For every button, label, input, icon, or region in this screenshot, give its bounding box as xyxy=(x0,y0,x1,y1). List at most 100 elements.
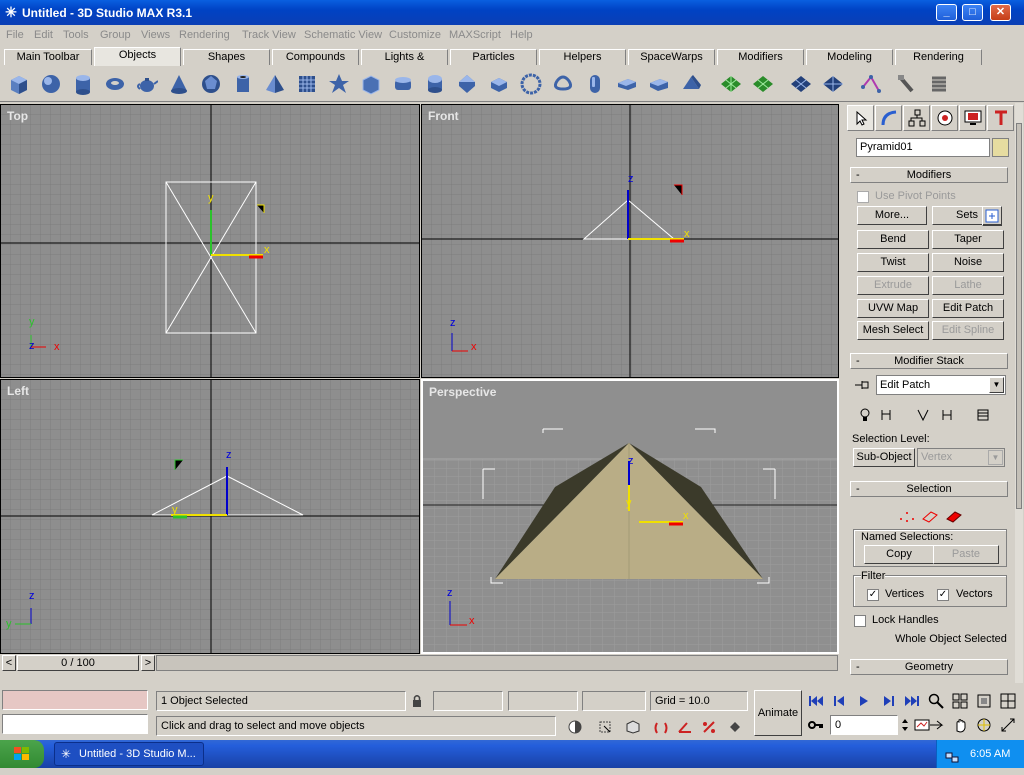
viewport-label[interactable]: Top xyxy=(7,109,28,123)
viewport-top[interactable]: y x y z x Top xyxy=(0,104,420,378)
menu-file[interactable]: File xyxy=(6,29,24,41)
lock-handles-checkbox[interactable] xyxy=(854,615,866,627)
create-tab-icon[interactable] xyxy=(847,105,874,131)
noise-button[interactable]: Noise xyxy=(932,253,1004,272)
tab-lights-cameras[interactable]: Lights & Cameras xyxy=(361,49,448,77)
play-icon[interactable] xyxy=(854,692,874,710)
region-zoom-icon[interactable] xyxy=(926,716,946,734)
tab-helpers[interactable]: Helpers xyxy=(539,49,626,65)
selection-rollout-header[interactable]: - Selection xyxy=(850,481,1008,497)
time-slider-track[interactable] xyxy=(156,655,838,671)
tools-icon[interactable] xyxy=(894,70,920,98)
viewport-left[interactable]: z y z y Left xyxy=(0,379,420,654)
previous-frame-icon[interactable] xyxy=(830,692,850,710)
sub-object-button[interactable]: Sub-Object xyxy=(853,448,915,467)
tab-spacewarps[interactable]: SpaceWarps xyxy=(628,49,715,65)
coord-y-field[interactable] xyxy=(508,691,578,711)
maximize-button[interactable]: □ xyxy=(962,4,983,21)
utilities-tab-icon[interactable] xyxy=(987,105,1014,131)
scrollbar-thumb[interactable] xyxy=(1016,123,1022,509)
tab-main-toolbar[interactable]: Main Toolbar xyxy=(4,49,92,65)
current-frame-field[interactable]: 0 xyxy=(830,715,898,735)
modifier-stack-rollout-header[interactable]: - Modifier Stack xyxy=(850,353,1008,369)
angle-snap-icon[interactable] xyxy=(676,719,694,735)
menu-views[interactable]: Views xyxy=(141,29,170,41)
viewport-label[interactable]: Left xyxy=(7,384,29,398)
spindle-icon[interactable] xyxy=(454,70,480,98)
viewport-front[interactable]: z x z x Front xyxy=(421,104,839,378)
command-panel-scrollbar[interactable] xyxy=(1015,103,1023,683)
gengon-icon[interactable] xyxy=(486,70,512,98)
copy-button[interactable]: Copy xyxy=(864,545,934,564)
torus-icon[interactable] xyxy=(102,70,128,98)
twist-button[interactable]: Twist xyxy=(857,253,929,272)
degradation-override-icon[interactable] xyxy=(566,719,584,735)
menu-group[interactable]: Group xyxy=(100,29,131,41)
tab-compounds[interactable]: Compounds xyxy=(272,49,359,65)
tab-objects[interactable]: Objects xyxy=(94,47,181,66)
tab-particles[interactable]: Particles xyxy=(450,49,537,65)
viewport-label[interactable]: Front xyxy=(428,109,459,123)
chamfer-cylinder-icon[interactable] xyxy=(390,70,416,98)
menu-track-view[interactable]: Track View xyxy=(242,29,296,41)
taper-button[interactable]: Taper xyxy=(932,230,1004,249)
menu-help[interactable]: Help xyxy=(510,29,533,41)
tab-rendering[interactable]: Rendering xyxy=(895,49,982,65)
menu-rendering[interactable]: Rendering xyxy=(179,29,230,41)
time-prev-button[interactable]: < xyxy=(2,655,16,671)
prism-icon[interactable] xyxy=(678,70,704,98)
time-next-button[interactable]: > xyxy=(141,655,155,671)
vertex-level-icon[interactable] xyxy=(897,507,917,525)
viewport-label[interactable]: Perspective xyxy=(429,385,496,399)
window-crossing-icon[interactable] xyxy=(596,719,614,735)
motion-tab-icon[interactable] xyxy=(931,105,958,131)
snap-toggle-icon[interactable] xyxy=(624,719,642,735)
bend-button[interactable]: Bend xyxy=(857,230,929,249)
ring-wave-icon[interactable] xyxy=(518,70,544,98)
patch-level-icon[interactable] xyxy=(944,507,964,525)
lathe-button[interactable]: Lathe xyxy=(932,276,1004,295)
coord-z-field[interactable] xyxy=(582,691,646,711)
go-to-end-icon[interactable] xyxy=(902,692,922,710)
pin-stack-icon[interactable] xyxy=(852,376,872,394)
show-end-result-icon[interactable] xyxy=(878,407,894,423)
tri-patch-icon[interactable] xyxy=(820,70,846,98)
menu-edit[interactable]: Edit xyxy=(34,29,53,41)
quad-patch-icon[interactable] xyxy=(788,70,814,98)
lock-selection-icon[interactable] xyxy=(410,693,424,709)
tab-shapes[interactable]: Shapes xyxy=(183,49,270,65)
sub-object-level-dropdown[interactable]: Vertex ▼ xyxy=(917,448,1005,467)
patch-grid-icon[interactable] xyxy=(750,70,776,98)
maxscript-listener-mini[interactable] xyxy=(2,690,148,710)
maxscript-input[interactable] xyxy=(2,714,148,734)
next-frame-icon[interactable] xyxy=(878,692,898,710)
time-slider-thumb[interactable]: 0 / 100 xyxy=(17,655,139,671)
go-to-start-icon[interactable] xyxy=(806,692,826,710)
pan-icon[interactable] xyxy=(950,716,970,734)
start-button[interactable] xyxy=(0,740,44,768)
menu-customize[interactable]: Customize xyxy=(389,29,441,41)
box-icon[interactable] xyxy=(6,70,32,98)
spring-icon[interactable] xyxy=(926,70,952,98)
viewport-perspective[interactable]: z y x z x Perspective xyxy=(421,379,839,654)
key-mode-icon[interactable] xyxy=(806,716,826,734)
sphere-icon[interactable] xyxy=(38,70,64,98)
tab-modeling[interactable]: Modeling xyxy=(806,49,893,65)
cylinder-icon[interactable] xyxy=(70,70,96,98)
l-ext-icon[interactable] xyxy=(614,70,640,98)
zoom-icon[interactable] xyxy=(926,692,946,710)
geosphere-icon[interactable] xyxy=(198,70,224,98)
cone-icon[interactable] xyxy=(166,70,192,98)
object-name-field[interactable]: Pyramid01 xyxy=(856,138,990,157)
network-icon[interactable] xyxy=(945,747,959,763)
coord-x-field[interactable] xyxy=(433,691,503,711)
plane-grid-icon[interactable] xyxy=(718,70,744,98)
more-button[interactable]: More... xyxy=(857,206,927,225)
configure-sets-icon[interactable] xyxy=(982,206,1002,226)
tab-modifiers[interactable]: Modifiers xyxy=(717,49,804,65)
display-tab-icon[interactable] xyxy=(959,105,986,131)
hierarchy-tab-icon[interactable] xyxy=(903,105,930,131)
vertices-checkbox[interactable]: ✓ xyxy=(867,589,879,601)
oil-tank-icon[interactable] xyxy=(422,70,448,98)
spinner-snap-icon[interactable] xyxy=(726,719,744,735)
